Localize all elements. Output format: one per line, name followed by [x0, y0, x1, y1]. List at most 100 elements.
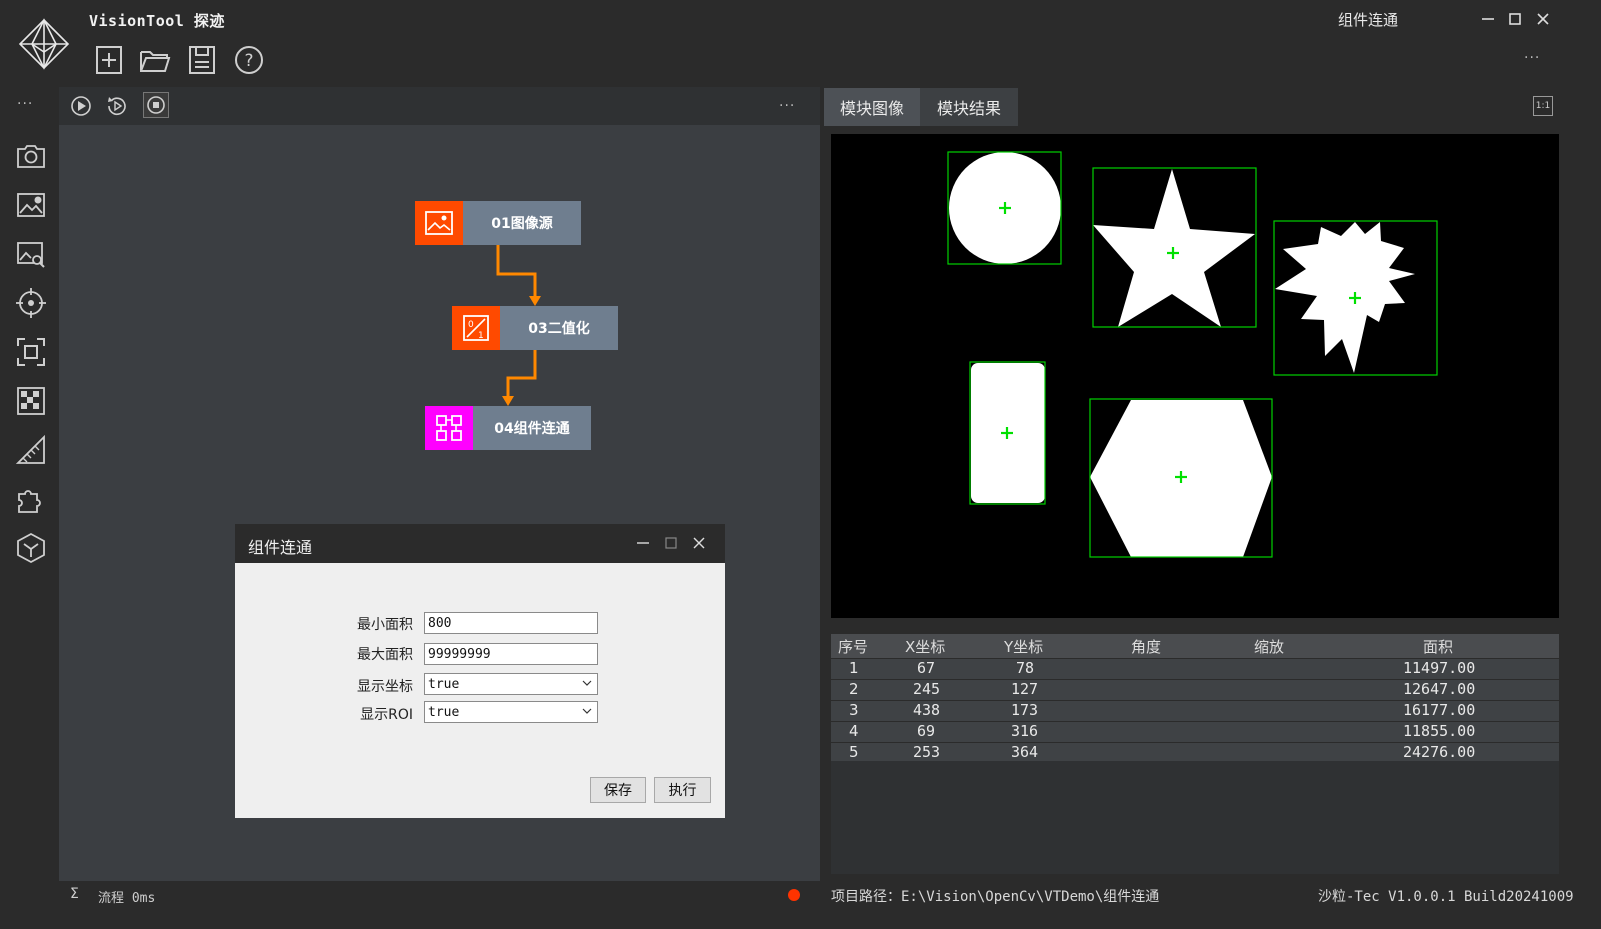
cell-index: 5: [849, 743, 859, 761]
target-icon[interactable]: [15, 287, 47, 319]
table-row[interactable]: 3 438 173 16177.00: [831, 701, 1559, 722]
svg-text:0: 0: [468, 320, 474, 330]
cell-x: 438: [913, 701, 941, 719]
flow-status-bar: [59, 881, 820, 929]
image-icon: [425, 211, 453, 235]
header-angle: 角度: [1131, 638, 1162, 656]
dialog-title: 组件连通: [248, 538, 313, 557]
run-button[interactable]: 执行: [654, 777, 711, 803]
cell-area: 16177.00: [1403, 701, 1476, 719]
cell-area: 11855.00: [1403, 722, 1476, 740]
table-row[interactable]: 1 67 78 11497.00: [831, 659, 1559, 680]
components-icon: [436, 415, 462, 441]
chevron-down-icon: [582, 708, 592, 714]
show-coords-select[interactable]: true: [424, 673, 598, 695]
version-label: 沙粒-Tec V1.0.0.1 Build20241009: [1318, 889, 1574, 905]
project-path: 项目路径：E:\Vision\OpenCv\VTDemo\组件连通: [831, 889, 1160, 905]
cell-x: 67: [917, 659, 936, 677]
cell-y: 127: [1011, 680, 1039, 698]
save-button[interactable]: 保存: [590, 777, 646, 803]
header-area: 面积: [1423, 638, 1454, 656]
puzzle-icon[interactable]: [15, 483, 47, 515]
dialog-close-icon[interactable]: [691, 535, 707, 551]
sidebar-more-button[interactable]: ···: [17, 96, 33, 112]
ruler-icon[interactable]: [15, 434, 47, 466]
cell-area: 24276.00: [1403, 743, 1476, 761]
image-search-icon[interactable]: [15, 238, 47, 270]
stop-icon: [147, 96, 165, 114]
run-once-icon[interactable]: [70, 95, 92, 117]
cell-index: 4: [849, 722, 859, 740]
show-roi-select[interactable]: true: [424, 701, 598, 723]
cell-x: 253: [913, 743, 941, 761]
dialog-maximize-icon[interactable]: [663, 535, 679, 551]
close-icon[interactable]: [1534, 10, 1552, 28]
flow-more-button[interactable]: ···: [779, 98, 795, 114]
table-empty-area: [831, 761, 1559, 874]
svg-text:?: ?: [244, 51, 253, 71]
flow-node-label: 04组件连通: [473, 406, 591, 450]
flow-node-binarize[interactable]: 0 1 03二值化: [452, 306, 618, 350]
tab-module-image[interactable]: 模块图像: [824, 88, 920, 126]
cell-x: 245: [913, 680, 941, 698]
help-icon[interactable]: ?: [233, 44, 265, 76]
min-area-label: 最小面积: [357, 617, 413, 633]
flow-node-image-source[interactable]: 01图像源: [415, 201, 581, 245]
flow-node-label: 03二值化: [500, 306, 618, 350]
cell-y: 364: [1011, 743, 1039, 761]
binarize-icon: 0 1: [463, 315, 489, 341]
svg-text:1: 1: [478, 331, 484, 341]
flow-time-label: 流程 0ms: [98, 891, 156, 906]
stop-button[interactable]: [143, 92, 169, 118]
table-row[interactable]: 4 69 316 11855.00: [831, 722, 1559, 743]
header-scale: 缩放: [1254, 638, 1285, 656]
scan-frame-icon[interactable]: [15, 336, 47, 368]
show-roi-label: 显示ROI: [360, 707, 413, 723]
image-settings-icon[interactable]: [15, 189, 47, 221]
cell-index: 1: [849, 659, 859, 677]
show-coords-label: 显示坐标: [357, 679, 413, 695]
result-image-view[interactable]: [831, 134, 1559, 618]
max-area-input[interactable]: 99999999: [424, 643, 598, 665]
status-indicator-dot: [788, 889, 800, 901]
ratio-1-1-icon[interactable]: 1:1: [1533, 96, 1553, 116]
show-coords-value: true: [428, 677, 460, 692]
app-title: VisionTool 探迹: [89, 12, 225, 30]
header-index: 序号: [838, 638, 869, 656]
chevron-down-icon: [582, 680, 592, 686]
save-icon[interactable]: [186, 44, 218, 76]
result-image: [947, 151, 1438, 558]
min-area-input[interactable]: 800: [424, 612, 598, 634]
window-title: 组件连通: [1338, 11, 1399, 29]
cell-index: 2: [849, 680, 859, 698]
header-x: X坐标: [905, 638, 946, 656]
result-table: 序号 X坐标 Y坐标 角度 缩放 面积 1 67 78 11497.00 2 2…: [831, 634, 1559, 874]
run-loop-icon[interactable]: [106, 95, 128, 117]
open-folder-icon[interactable]: [139, 44, 171, 76]
cube-icon[interactable]: [15, 532, 47, 564]
max-area-label: 最大面积: [357, 647, 413, 663]
maximize-icon[interactable]: [1506, 10, 1524, 28]
more-menu-button[interactable]: ···: [1524, 50, 1540, 66]
show-roi-value: true: [428, 705, 460, 720]
cell-area: 12647.00: [1403, 680, 1476, 698]
app-logo-icon: [18, 18, 70, 70]
minimize-icon[interactable]: [1479, 10, 1497, 28]
cell-y: 316: [1011, 722, 1039, 740]
component-dialog: 组件连通 最小面积 800 最大面积 99999999 显示坐标 true 显示…: [235, 524, 725, 818]
cell-x: 69: [917, 722, 936, 740]
flow-node-label: 01图像源: [463, 201, 581, 245]
cell-y: 173: [1011, 701, 1039, 719]
cell-index: 3: [849, 701, 859, 719]
dialog-minimize-icon[interactable]: [635, 535, 651, 551]
flow-node-connected-components[interactable]: 04组件连通: [425, 406, 591, 450]
camera-icon[interactable]: [15, 140, 47, 172]
header-y: Y坐标: [1004, 638, 1044, 656]
new-file-icon[interactable]: [93, 44, 125, 76]
flow-toolbar: [59, 87, 820, 125]
cell-y: 78: [1016, 659, 1035, 677]
tab-module-result[interactable]: 模块结果: [920, 88, 1018, 126]
table-row[interactable]: 2 245 127 12647.00: [831, 680, 1559, 701]
sigma-icon: Σ: [70, 886, 79, 902]
checker-pattern-icon[interactable]: [15, 385, 47, 417]
